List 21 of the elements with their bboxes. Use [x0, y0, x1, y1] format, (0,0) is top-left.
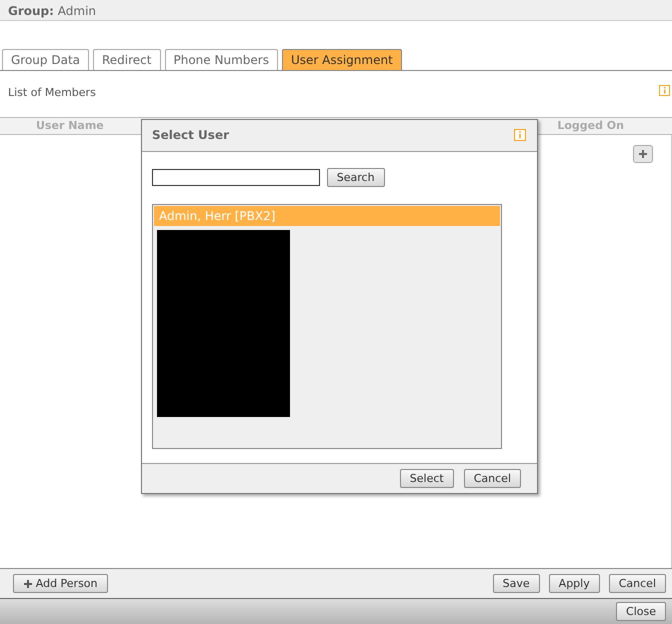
section-title: List of Members [8, 85, 96, 101]
dialog-button[interactable]: Select [400, 468, 454, 488]
plus-icon [23, 578, 33, 588]
dialog-button[interactable]: Cancel [464, 468, 521, 488]
plus-icon [638, 149, 648, 159]
group-heading: Group: Admin [0, 0, 672, 21]
add-person-button[interactable]: Add Person [13, 574, 108, 593]
search-field[interactable] [152, 168, 320, 186]
dialog-title: Select User [152, 127, 230, 144]
action-button[interactable]: Apply [548, 574, 600, 593]
action-button[interactable]: Cancel [608, 574, 666, 593]
search-button[interactable]: Search [326, 168, 385, 187]
action-button[interactable]: Save [492, 574, 540, 593]
column-header: Logged On [557, 118, 624, 134]
close-button[interactable]: Close [616, 602, 666, 621]
add-icon-button[interactable] [633, 145, 653, 163]
tab[interactable]: Phone Numbers [164, 49, 278, 70]
tab[interactable]: Redirect [93, 49, 160, 70]
column-header: User Name [36, 118, 104, 134]
tab[interactable]: User Assignment [282, 49, 402, 70]
tab[interactable]: Group Data [2, 49, 89, 70]
